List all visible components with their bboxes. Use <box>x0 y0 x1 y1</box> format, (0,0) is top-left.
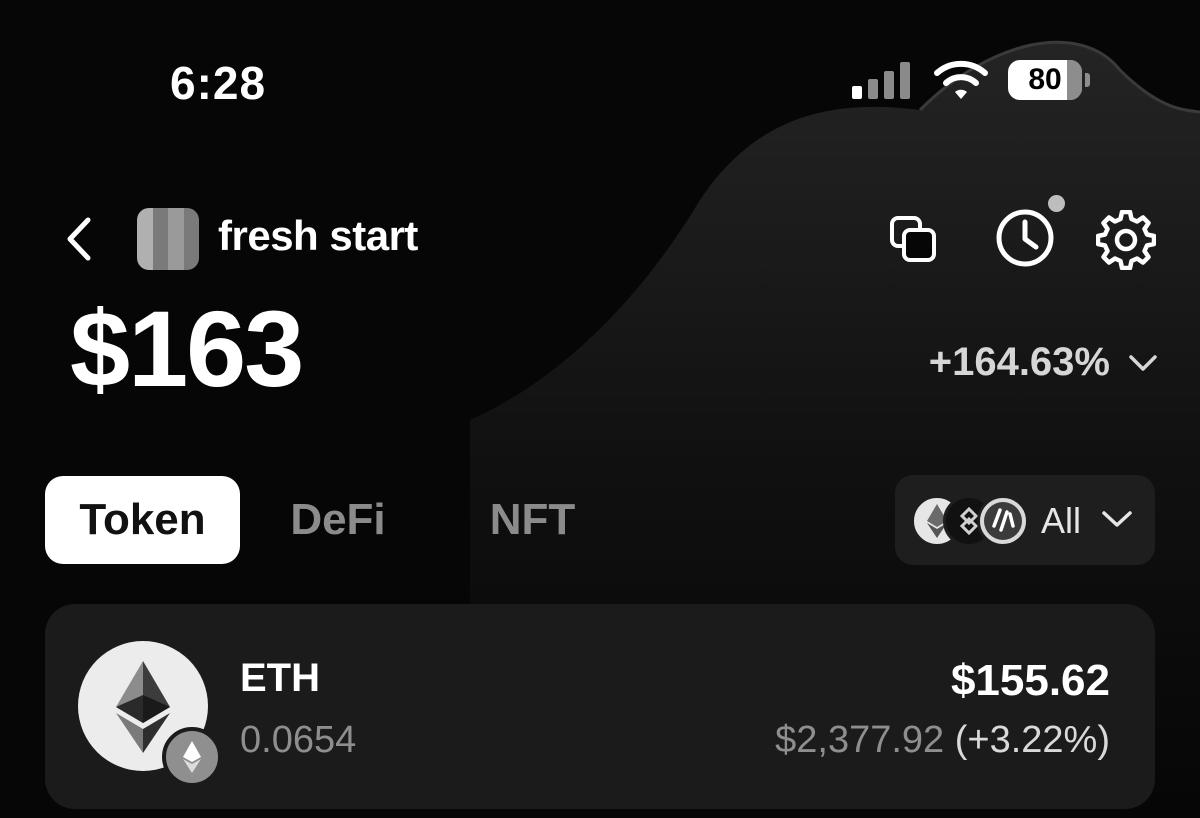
chain-filter-label: All <box>1041 500 1082 541</box>
gear-icon[interactable] <box>1096 210 1156 270</box>
wifi-icon <box>934 60 988 99</box>
tab-defi[interactable]: DeFi <box>268 476 408 564</box>
tab-nft[interactable]: NFT <box>470 476 595 564</box>
portfolio-change: +164.63% <box>928 340 1110 384</box>
arbitrum-icon <box>977 495 1029 547</box>
token-change: (+3.22%) <box>954 719 1110 761</box>
token-row-eth[interactable]: ETH 0.0654 $155.62 $2,377.92 (+3.22%) <box>45 604 1155 809</box>
clock-history-icon[interactable] <box>994 207 1056 269</box>
portfolio-balance: $163 <box>70 288 304 409</box>
notification-dot <box>1048 195 1065 212</box>
wallet-avatar[interactable] <box>137 208 199 270</box>
chain-filter-dropdown[interactable]: All <box>895 475 1155 565</box>
battery-level: 80 <box>1028 63 1062 96</box>
back-button[interactable] <box>60 212 100 266</box>
wallet-name[interactable]: fresh start <box>218 212 418 260</box>
token-price-line: $2,377.92 (+3.22%) <box>775 719 1110 762</box>
chevron-down-icon <box>1129 354 1157 371</box>
token-value: $155.62 <box>950 656 1110 705</box>
portfolio-change-selector[interactable]: +164.63% <box>929 340 1158 385</box>
copy-icon[interactable] <box>888 214 938 264</box>
token-symbol: ETH <box>240 656 320 700</box>
tab-token[interactable]: Token <box>45 476 240 564</box>
token-price: $2,377.92 <box>775 719 945 761</box>
status-time: 6:28 <box>170 57 267 109</box>
battery-icon: 80 <box>1008 60 1090 100</box>
network-badge-ethereum-icon <box>162 727 222 787</box>
token-amount: 0.0654 <box>240 719 357 761</box>
chevron-left-icon <box>67 217 91 261</box>
chevron-down-icon <box>1102 511 1132 527</box>
cellular-signal-icon <box>852 62 910 99</box>
